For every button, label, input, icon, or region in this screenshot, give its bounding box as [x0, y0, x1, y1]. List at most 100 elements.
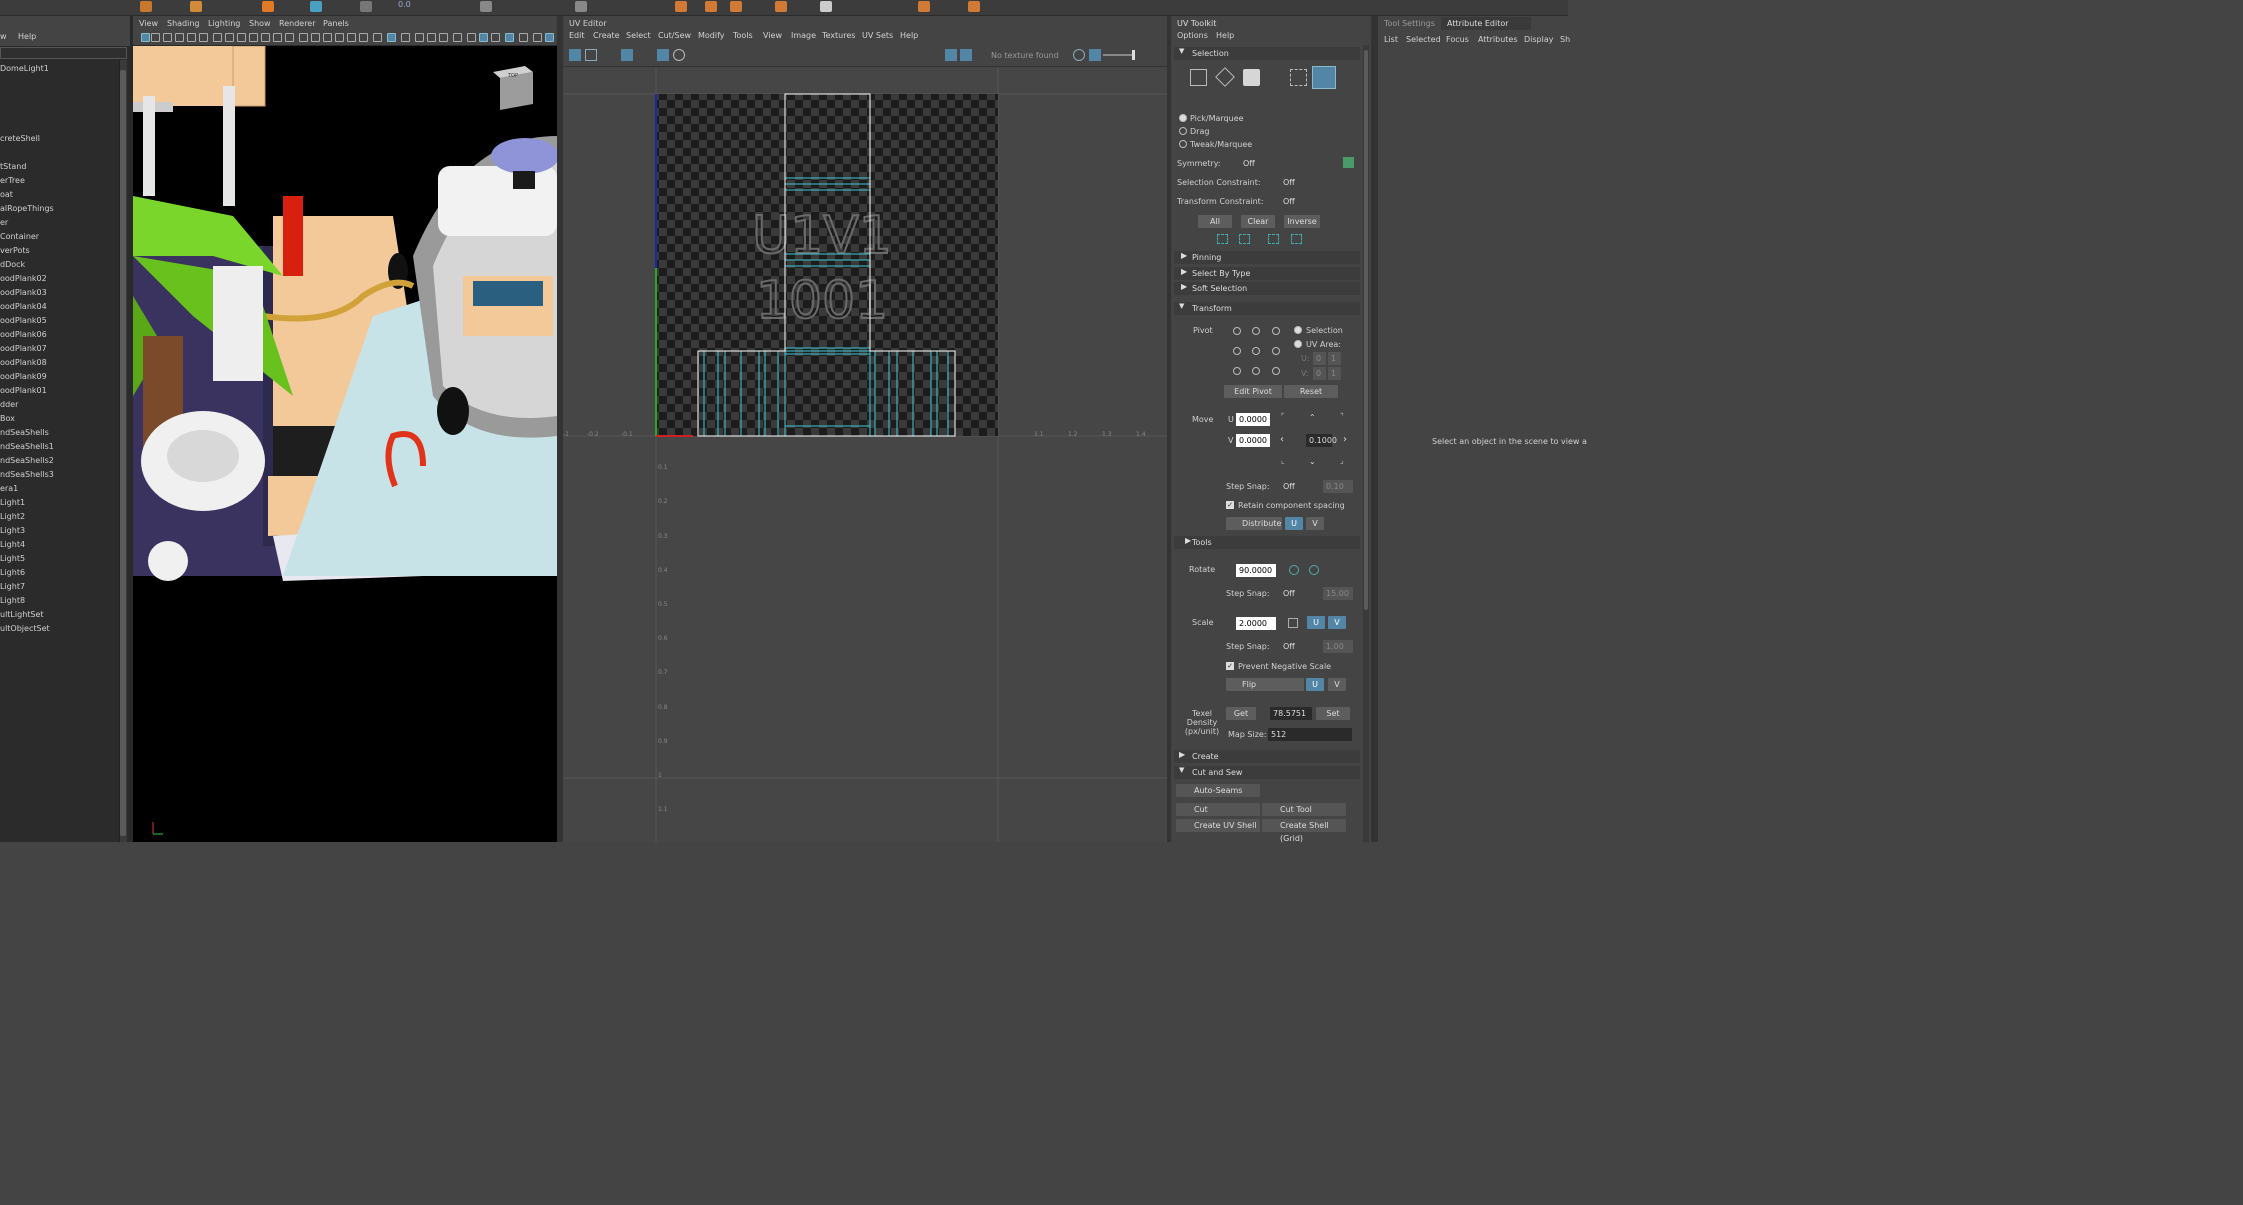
viewport-toolbar-icon[interactable]: [249, 33, 258, 42]
viewport-toolbar-icon[interactable]: [141, 33, 150, 42]
scale-step-snap-value[interactable]: 1.00: [1323, 640, 1353, 653]
move-u-input[interactable]: 0.0000: [1236, 413, 1270, 426]
section-soft-selection[interactable]: Soft Selection: [1174, 282, 1360, 295]
outliner-item[interactable]: ndSeaShells1: [0, 440, 54, 454]
pivot-radio[interactable]: [1252, 367, 1260, 375]
scale-input[interactable]: 2.0000: [1236, 617, 1276, 630]
uv-menu-modify[interactable]: Modify: [698, 30, 725, 42]
exposure-slider-handle[interactable]: [1132, 50, 1135, 60]
tab-attribute-editor[interactable]: Attribute Editor: [1441, 17, 1531, 30]
pivot-selection-radio[interactable]: [1294, 326, 1302, 334]
exposure-slider[interactable]: [1103, 54, 1135, 56]
viewport-toolbar-icon[interactable]: [273, 33, 282, 42]
uv-checker-icon[interactable]: [945, 49, 957, 61]
viewport-toolbar-icon[interactable]: [479, 33, 488, 42]
pivot-radio[interactable]: [1233, 327, 1241, 335]
set-texel-button[interactable]: Set: [1316, 707, 1350, 720]
pivot-v-field[interactable]: 0: [1313, 367, 1326, 380]
uv-menu-cutsew[interactable]: Cut/Sew: [658, 30, 691, 42]
outliner-item[interactable]: ndSeaShells2: [0, 454, 54, 468]
uv-toolbar-icon[interactable]: [657, 49, 669, 61]
cut-tool-button[interactable]: Cut Tool: [1262, 803, 1346, 816]
outliner-item[interactable]: oodPlank02: [0, 272, 47, 286]
move-step-input[interactable]: 0.1000: [1306, 434, 1337, 447]
outliner-item[interactable]: dder: [0, 398, 18, 412]
uv-menu-select[interactable]: Select: [626, 30, 651, 42]
uv-toolbar-icon[interactable]: [621, 49, 633, 61]
viewport-toolbar-icon[interactable]: [285, 33, 294, 42]
distribute-v-toggle[interactable]: V: [1306, 517, 1324, 530]
outliner-item[interactable]: Light2: [0, 510, 25, 524]
move-up-right-icon[interactable]: ⌝: [1340, 412, 1344, 421]
section-select-by-type[interactable]: Select By Type: [1174, 267, 1360, 280]
uv-menu-help[interactable]: Help: [900, 30, 918, 42]
shelf-icon[interactable]: [480, 1, 492, 12]
pivot-radio[interactable]: [1272, 347, 1280, 355]
move-step-snap-value[interactable]: 0.10: [1323, 480, 1353, 493]
panel-divider[interactable]: [130, 16, 133, 842]
viewport-toolbar-icon[interactable]: [505, 33, 514, 42]
texel-density-input[interactable]: 78.5751: [1270, 707, 1312, 720]
uv-shell-mode-icon[interactable]: [1312, 66, 1336, 89]
viewport-toolbar-icon[interactable]: [439, 33, 448, 42]
viewport-toolbar-icon[interactable]: [299, 33, 308, 42]
outliner-item[interactable]: erTree: [0, 174, 25, 188]
shelf-icon[interactable]: [310, 1, 322, 12]
outliner-item[interactable]: oodPlank04: [0, 300, 47, 314]
scale-link-icon[interactable]: [1288, 618, 1298, 628]
uv-menu-view[interactable]: View: [763, 30, 782, 42]
shelf-icon[interactable]: [968, 1, 980, 12]
symmetry-icon[interactable]: [1343, 157, 1354, 168]
uv-canvas[interactable]: U1V1 1001 -1 -0.2 -0.1 1.1 1.2 1.3 1.4 0…: [563, 68, 1167, 842]
section-create[interactable]: Create: [1174, 750, 1360, 763]
outliner-item[interactable]: oodPlank03: [0, 286, 47, 300]
move-up-left-icon[interactable]: ⌜: [1281, 412, 1285, 421]
auto-seams-button[interactable]: Auto-Seams: [1176, 784, 1260, 797]
pivot-radio[interactable]: [1252, 347, 1260, 355]
pivot-v-field-2[interactable]: 1: [1328, 367, 1341, 380]
face-mode-icon[interactable]: [1243, 69, 1260, 86]
viewport-toolbar-icon[interactable]: [311, 33, 320, 42]
viewport-toolbar-icon[interactable]: [261, 33, 270, 42]
viewport-toolbar-icon[interactable]: [387, 33, 396, 42]
outliner-item[interactable]: oodPlank07: [0, 342, 47, 356]
selection-constraint-dropdown[interactable]: Off: [1264, 176, 1354, 189]
viewport-toolbar-icon[interactable]: [199, 33, 208, 42]
outliner-item[interactable]: oodPlank08: [0, 356, 47, 370]
reset-pivot-button[interactable]: Reset: [1284, 385, 1338, 398]
uv-menu-textures[interactable]: Textures: [822, 30, 855, 42]
shelf-icon[interactable]: [730, 1, 742, 12]
viewport-toolbar-icon[interactable]: [533, 33, 542, 42]
shelf-icon[interactable]: [705, 1, 717, 12]
outliner-item[interactable]: oodPlank09: [0, 370, 47, 384]
uv-menu-tools[interactable]: Tools: [733, 30, 753, 42]
shelf-icon[interactable]: [820, 1, 832, 12]
distribute-button[interactable]: Distribute: [1226, 517, 1282, 530]
outliner-menu-help[interactable]: Help: [18, 31, 36, 43]
uv-toolbar-icon[interactable]: [1089, 49, 1101, 61]
toolkit-menu-options[interactable]: Options: [1177, 30, 1208, 42]
attr-menu-selected[interactable]: Selected: [1406, 34, 1441, 46]
flip-v-toggle[interactable]: V: [1328, 678, 1346, 691]
outliner-item[interactable]: oodPlank05: [0, 314, 47, 328]
prevent-negative-scale-checkbox[interactable]: ✓: [1226, 662, 1234, 670]
viewport-toolbar-icon[interactable]: [453, 33, 462, 42]
viewport-toolbar-icon[interactable]: [237, 33, 246, 42]
outliner-item[interactable]: Light4: [0, 538, 25, 552]
shrink-selection-icon[interactable]: [1239, 234, 1250, 244]
move-up-icon[interactable]: ⌃: [1309, 413, 1316, 422]
outliner-item[interactable]: Container: [0, 230, 39, 244]
viewport-toolbar-icon[interactable]: [491, 33, 500, 42]
outliner-search-input[interactable]: [0, 47, 127, 59]
outliner-item[interactable]: ndSeaShells3: [0, 468, 54, 482]
panel-divider[interactable]: [1167, 16, 1171, 842]
outliner-item[interactable]: era1: [0, 482, 18, 496]
viewport-toolbar-icon[interactable]: [373, 33, 382, 42]
flip-button[interactable]: Flip: [1226, 678, 1304, 691]
distribute-u-toggle[interactable]: U: [1285, 517, 1303, 530]
viewport-toolbar-icon[interactable]: [347, 33, 356, 42]
viewport-toolbar-icon[interactable]: [427, 33, 436, 42]
attr-menu-display[interactable]: Display: [1524, 34, 1554, 46]
outliner-item[interactable]: DomeLight1: [0, 62, 49, 76]
move-right-icon[interactable]: ›: [1343, 434, 1347, 445]
